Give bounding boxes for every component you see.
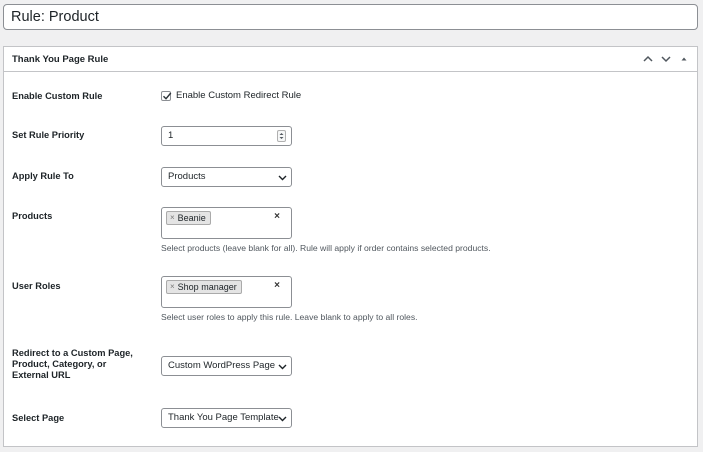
chevron-down-icon xyxy=(278,364,287,370)
rule-priority-input[interactable]: 1 xyxy=(161,126,292,146)
rule-priority-spinner[interactable] xyxy=(277,130,286,142)
spinner-arrows-icon xyxy=(279,133,284,139)
clear-user-roles-button[interactable]: × xyxy=(274,280,280,291)
select-page-label: Select Page xyxy=(12,413,65,423)
postbox-header: Thank You Page Rule xyxy=(4,47,697,72)
row-user-roles: User Roles × Shop manager × Select user … xyxy=(4,276,697,322)
apply-rule-to-select[interactable]: Products xyxy=(161,167,292,187)
remove-tag-icon[interactable]: × xyxy=(170,212,175,224)
chevron-down-icon xyxy=(278,175,287,181)
product-tag-label: Beanie xyxy=(177,213,206,223)
move-down-button[interactable] xyxy=(657,47,675,72)
select-page-select[interactable]: Thank You Page Template xyxy=(161,408,292,428)
user-role-tag-label: Shop manager xyxy=(177,282,237,292)
row-products: Products × Beanie × Select products (lea… xyxy=(4,207,697,253)
product-tag-beanie[interactable]: × Beanie xyxy=(166,211,211,225)
apply-rule-to-label: Apply Rule To xyxy=(12,171,74,181)
redirect-value: Custom WordPress Page xyxy=(168,360,276,371)
row-apply-rule-to: Apply Rule To Products xyxy=(4,167,697,187)
enable-custom-rule-label: Enable Custom Rule xyxy=(12,91,103,101)
user-roles-label: User Roles xyxy=(12,281,61,291)
enable-custom-redirect-checkbox[interactable] xyxy=(161,90,172,101)
enable-custom-redirect-checkbox-wrap[interactable]: Enable Custom Redirect Rule xyxy=(161,90,301,101)
redirect-label: Redirect to a Custom Page, Product, Cate… xyxy=(12,348,133,380)
thank-you-page-rule-box: Thank You Page Rule Enable Custom Rule E… xyxy=(3,46,698,447)
row-redirect: Redirect to a Custom Page, Product, Cate… xyxy=(4,348,697,380)
post-title-input[interactable]: Rule: Product xyxy=(3,4,698,30)
row-select-page: Select Page Thank You Page Template xyxy=(4,408,697,428)
clear-products-button[interactable]: × xyxy=(274,211,280,222)
triangle-up-icon xyxy=(681,57,687,61)
user-roles-description: Select user roles to apply this rule. Le… xyxy=(161,312,418,322)
redirect-select[interactable]: Custom WordPress Page xyxy=(161,356,292,376)
enable-custom-redirect-label: Enable Custom Redirect Rule xyxy=(176,90,302,101)
postbox-title: Thank You Page Rule xyxy=(12,53,109,65)
products-label: Products xyxy=(12,211,53,221)
select-page-value: Thank You Page Template xyxy=(168,412,279,423)
products-description: Select products (leave blank for all). R… xyxy=(161,243,491,253)
chevron-down-icon xyxy=(278,416,287,422)
user-role-tag-shop-manager[interactable]: × Shop manager xyxy=(166,280,242,294)
toggle-panel-button[interactable] xyxy=(675,47,693,72)
user-roles-select[interactable]: × Shop manager × xyxy=(161,276,292,308)
row-rule-priority: Set Rule Priority 1 xyxy=(4,126,697,146)
products-select[interactable]: × Beanie × xyxy=(161,207,292,239)
handle-actions xyxy=(639,47,697,71)
apply-rule-to-value: Products xyxy=(168,171,206,182)
chevron-down-icon xyxy=(661,56,671,63)
rule-priority-label: Set Rule Priority xyxy=(12,130,85,140)
rule-priority-value: 1 xyxy=(168,130,174,141)
checkmark-icon xyxy=(163,92,172,100)
move-up-button[interactable] xyxy=(639,47,657,72)
remove-tag-icon[interactable]: × xyxy=(170,281,175,293)
chevron-up-icon xyxy=(643,55,653,62)
